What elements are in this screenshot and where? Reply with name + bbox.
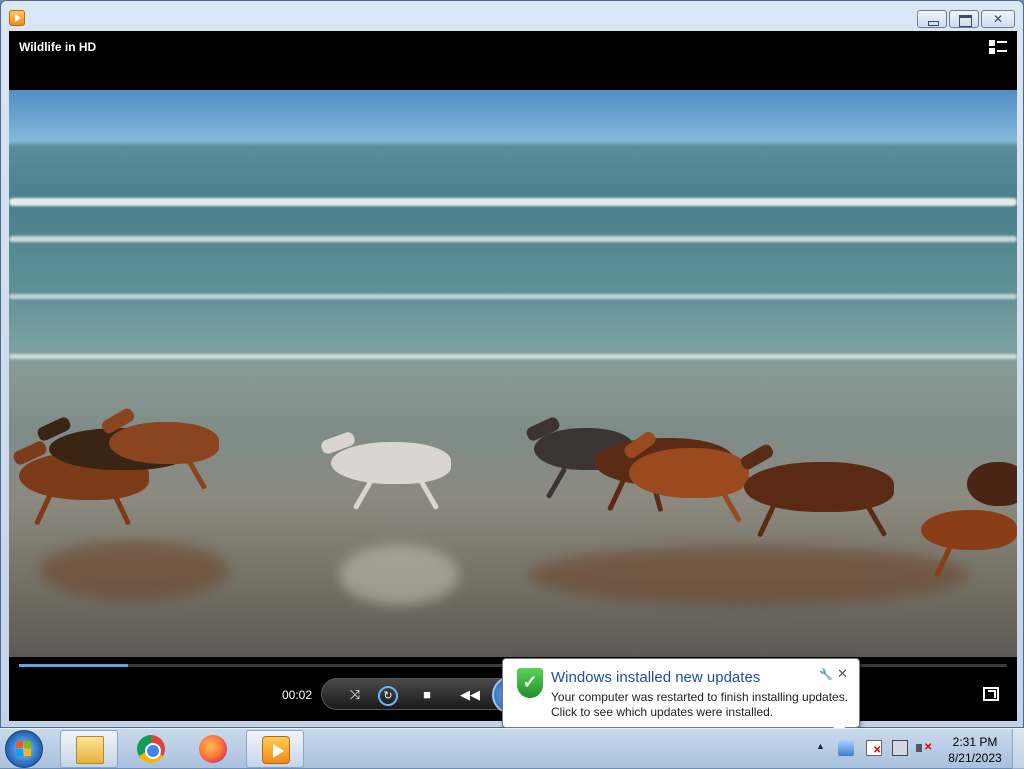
horse <box>738 442 894 538</box>
windows-logo-icon <box>16 741 32 757</box>
taskbar: ▲ ✕ ✕ 2:31 PM 8/21/2023 <box>0 728 1024 769</box>
action-center-flag-icon[interactable]: ✕ <box>866 740 882 756</box>
windows-explorer-icon <box>76 736 104 764</box>
notification-line-2: Click to see which updates were installe… <box>551 705 774 719</box>
stop-icon[interactable]: ■ <box>418 686 436 704</box>
reflection <box>529 545 969 605</box>
taskbar-firefox[interactable] <box>184 730 242 768</box>
notification-title: Windows installed new updates <box>551 669 761 686</box>
wave <box>9 236 1017 242</box>
media-player-window: Wildlife in HD <box>0 0 1024 728</box>
close-button[interactable] <box>981 10 1015 28</box>
network-icon[interactable] <box>892 740 908 756</box>
video-frame[interactable] <box>9 90 1017 657</box>
fullscreen-icon[interactable] <box>983 687 999 701</box>
show-hidden-icons-arrow[interactable]: ▲ <box>816 741 825 751</box>
firefox-icon <box>199 735 227 763</box>
previous-icon[interactable]: ◀◀ <box>458 686 482 704</box>
start-button[interactable] <box>5 730 43 768</box>
restore-button[interactable] <box>949 10 979 28</box>
seek-progress <box>19 664 128 667</box>
notification-body: Your computer was restarted to finish in… <box>551 690 848 720</box>
horse <box>319 430 451 510</box>
wave <box>9 354 1017 359</box>
reflection <box>39 540 229 600</box>
system-clock[interactable]: 2:31 PM 8/21/2023 <box>940 734 1010 766</box>
volume-muted-icon[interactable]: ✕ <box>916 740 932 756</box>
taskbar-media-player[interactable] <box>246 730 304 768</box>
player-area: Wildlife in HD 00:02 ⤨ ↻ ■ ◀◀ <box>9 31 1017 721</box>
shuffle-icon[interactable]: ⤨ <box>346 686 364 704</box>
horse <box>967 462 1017 506</box>
notification-line-1: Your computer was restarted to finish in… <box>551 690 849 704</box>
windows-media-player-icon[interactable] <box>9 10 25 26</box>
wave <box>9 198 1017 206</box>
window-controls <box>917 10 1015 28</box>
clock-time: 2:31 PM <box>952 735 998 749</box>
clock-date: 8/21/2023 <box>948 751 1002 765</box>
options-wrench-icon[interactable]: 🔧 <box>819 668 833 681</box>
minimize-button[interactable] <box>917 10 947 28</box>
taskbar-chrome[interactable] <box>122 730 180 768</box>
elapsed-time: 00:02 <box>282 688 313 702</box>
windows-media-player-icon <box>262 736 290 764</box>
show-desktop-button[interactable] <box>1012 729 1024 769</box>
wave <box>9 294 1017 299</box>
video-title: Wildlife in HD <box>19 40 97 54</box>
repeat-icon[interactable]: ↻ <box>378 686 398 706</box>
notification-close-button[interactable]: ✕ <box>837 666 848 682</box>
horse <box>622 429 749 523</box>
update-notification-balloon[interactable]: ✓ Windows installed new updates Your com… <box>502 658 860 737</box>
title-bar[interactable] <box>1 1 1023 31</box>
horse <box>921 510 1017 578</box>
chrome-icon <box>137 735 165 763</box>
taskbar-windows-explorer[interactable] <box>60 730 118 768</box>
reflection <box>339 545 459 605</box>
switch-to-library-icon[interactable] <box>989 39 1007 55</box>
horse <box>99 406 219 490</box>
windows-update-tray-icon[interactable] <box>838 740 854 756</box>
playback-controls: ⤨ ↻ ■ ◀◀ <box>321 676 530 714</box>
security-shield-icon: ✓ <box>517 668 543 698</box>
